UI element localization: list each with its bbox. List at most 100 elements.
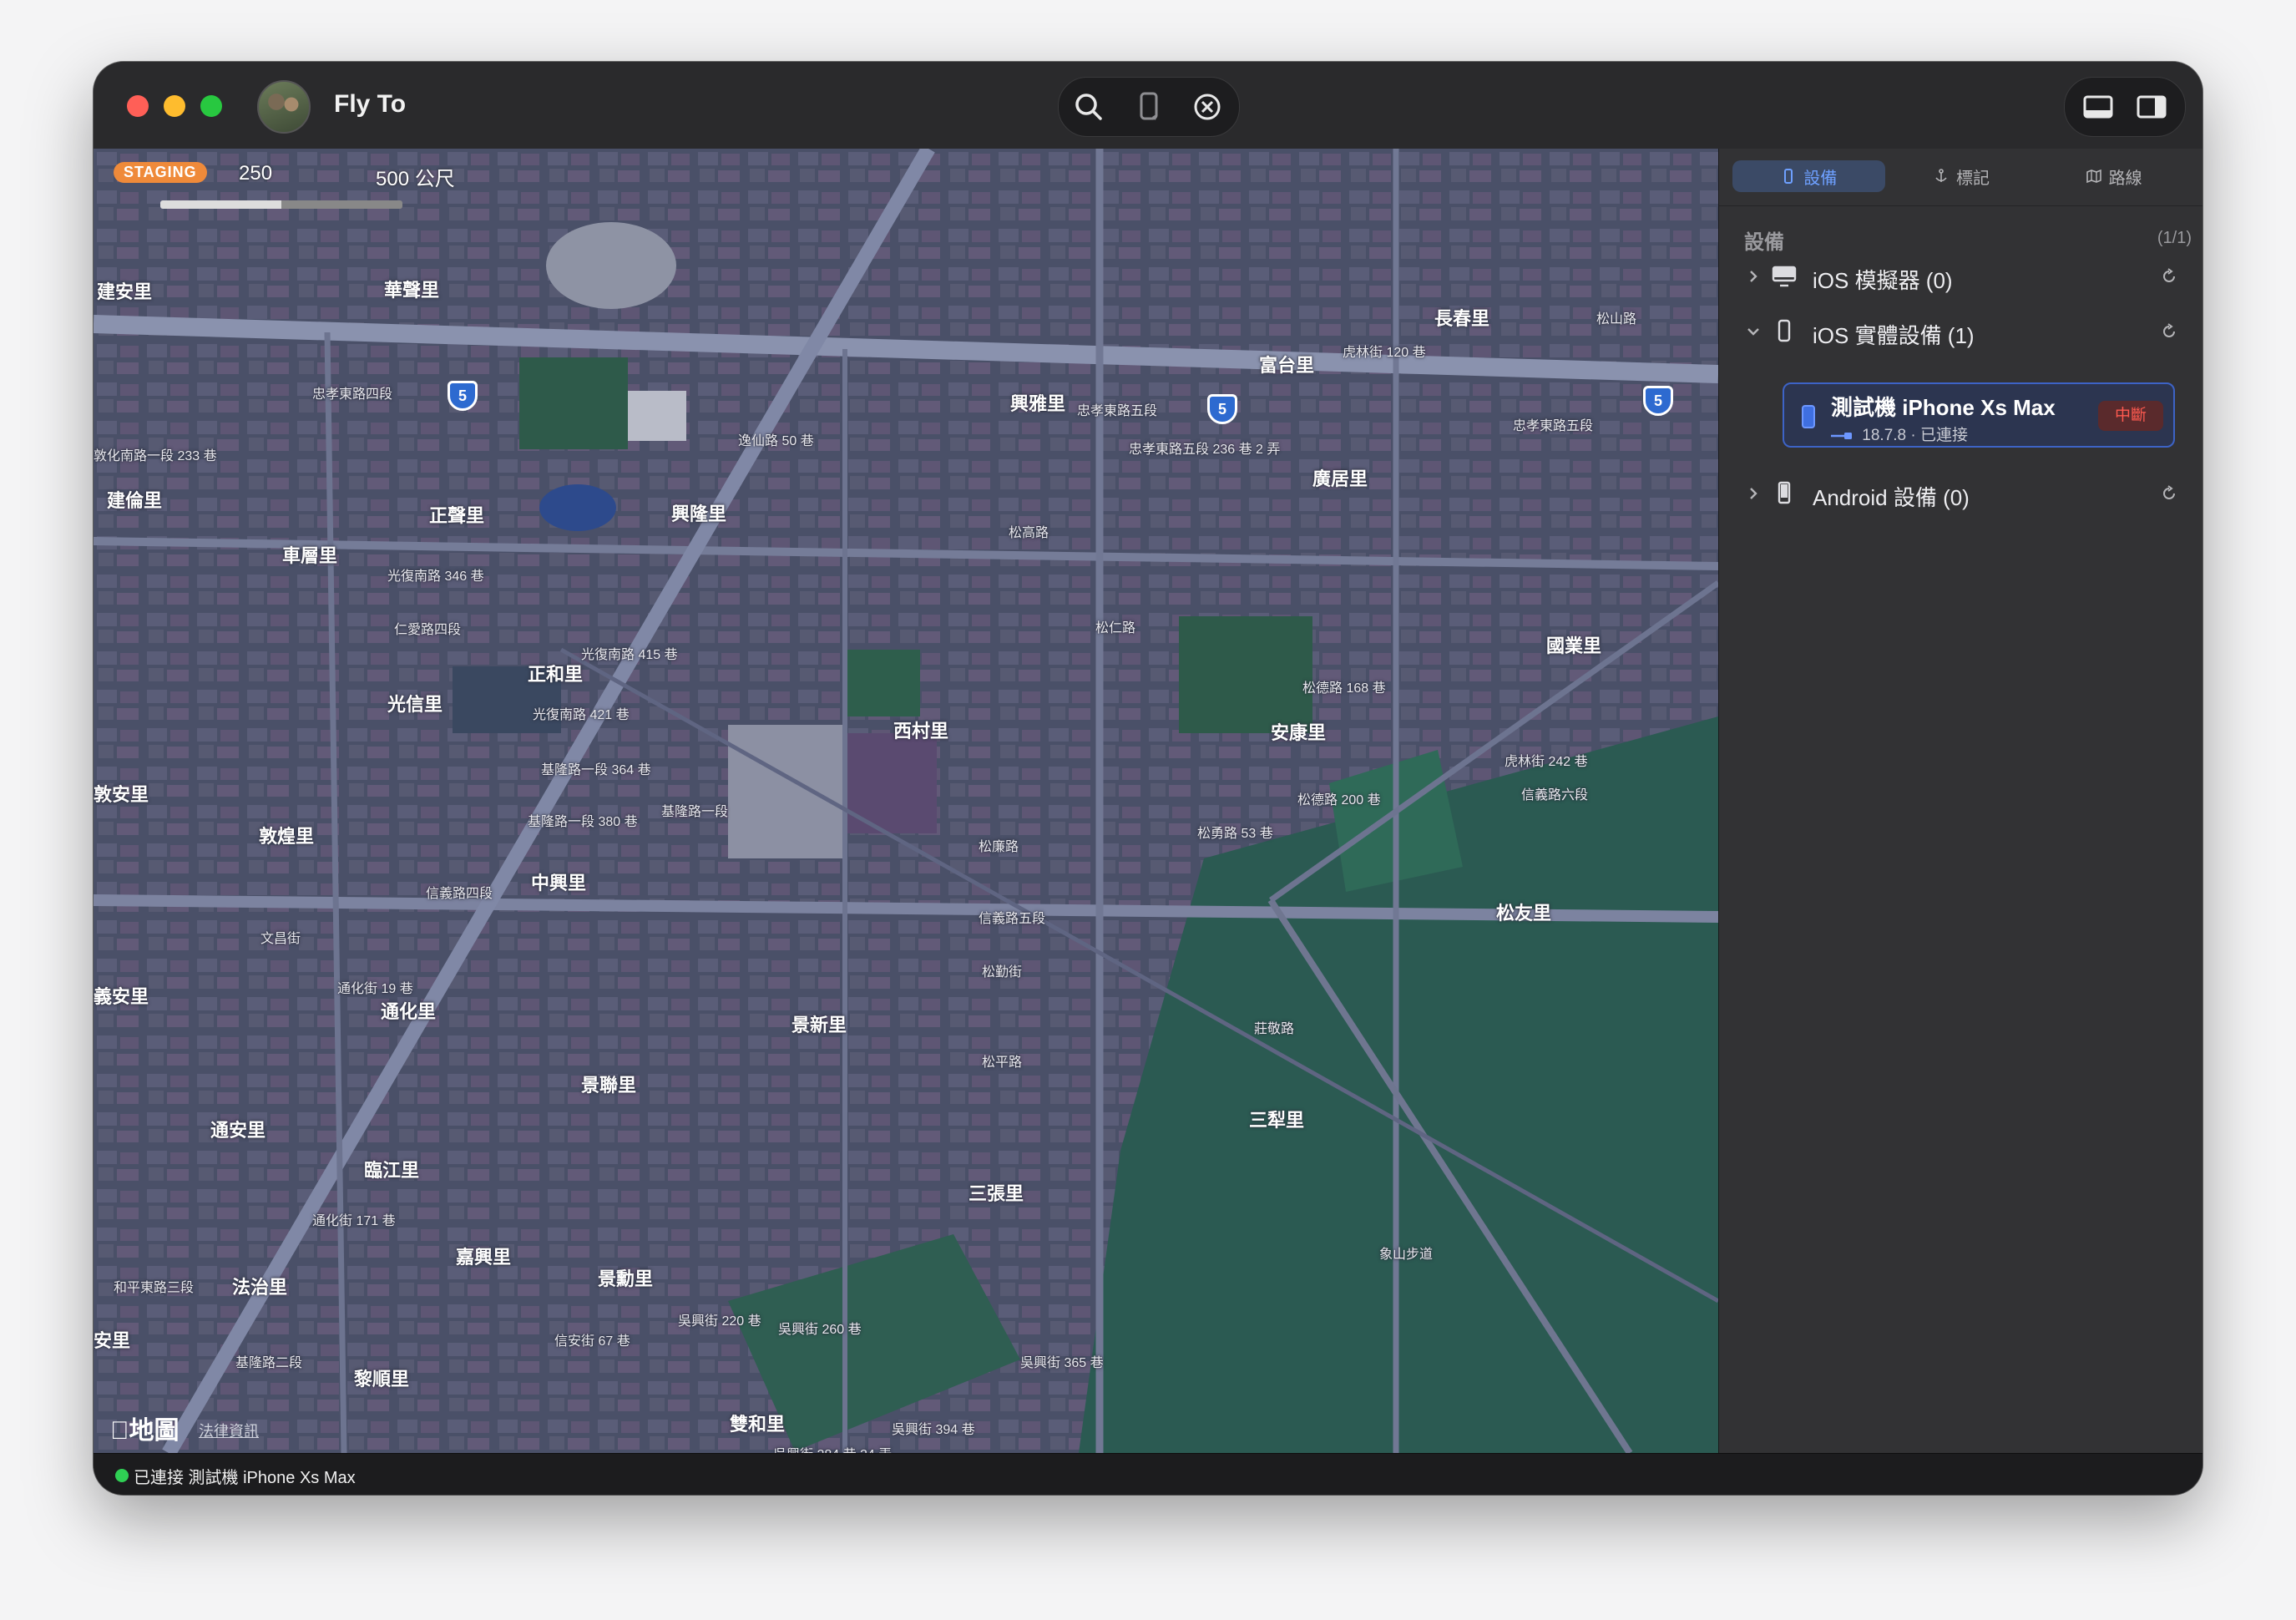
refresh-icon[interactable] [2160, 484, 2178, 503]
sidebar-tabs: 設備 標記 路線 [1732, 160, 2190, 192]
phone-icon [1784, 169, 1793, 184]
road-label: 忠孝東路五段 [1077, 404, 1158, 418]
group-label: iOS 實體設備 (1) [1813, 323, 1975, 348]
road-label: 基隆路一段 [661, 805, 729, 819]
map-label: 通化里 [381, 1001, 437, 1022]
road-label: 松廉路 [979, 840, 1019, 854]
highway-shield: 5 [1643, 386, 1673, 416]
road-label: 松德路 168 巷 [1302, 681, 1386, 696]
road-label: 吳興街 365 巷 [1020, 1356, 1104, 1370]
scale-bar [160, 200, 402, 209]
device-item-iphone-xs-max[interactable]: 測試機 iPhone Xs Max 18.7.8 · 已連接 中斷 [1783, 382, 2175, 448]
road-label: 基隆路一段 380 巷 [528, 815, 638, 829]
status-bar: 已連接 測試機 iPhone Xs Max [94, 1453, 2202, 1495]
section-count: (1/1) [2157, 229, 2192, 247]
group-label: Android 設備 (0) [1813, 485, 1970, 510]
chevron-right-icon[interactable] [1744, 267, 1762, 286]
tab-markers-label: 標記 [1956, 169, 1990, 188]
close-window-button[interactable] [127, 95, 149, 117]
refresh-icon[interactable] [2160, 322, 2178, 341]
apple-logo-icon:  [110, 1417, 129, 1445]
map-label: 富台里 [1259, 355, 1315, 376]
map-label: 廣居里 [1312, 468, 1368, 489]
minimize-window-button[interactable] [164, 95, 185, 117]
sidebar: 設備 標記 路線 設備 (1/1) iOS 模擬器 (0) iOS 實體設備 (… [1718, 149, 2202, 1453]
road-label: 通化街 171 巷 [312, 1214, 396, 1228]
tab-routes-label: 路線 [2108, 169, 2142, 188]
map-label: 安康里 [1271, 722, 1327, 743]
map-label: 景聯里 [581, 1075, 637, 1096]
road-label: 逸仙路 50 巷 [738, 434, 814, 448]
map-label: 國業里 [1546, 635, 1602, 656]
map-base [94, 149, 1718, 1453]
highway-shield: 5 [448, 381, 478, 411]
map-label: 中興里 [531, 873, 587, 894]
map-label: 敦煌里 [259, 826, 315, 847]
road-label: 光復南路 346 巷 [387, 570, 484, 584]
iphone-icon [1778, 319, 1791, 342]
road-label: 文昌街 [260, 932, 301, 946]
search-icon[interactable] [1070, 89, 1107, 125]
refresh-icon[interactable] [2160, 267, 2178, 286]
bottom-panel-icon[interactable] [2080, 89, 2116, 125]
close-circle-icon[interactable] [1189, 89, 1226, 125]
map-label: 景新里 [791, 1015, 847, 1035]
map-label: 義安里 [94, 986, 149, 1007]
road-label: 忠孝東路五段 [1513, 419, 1594, 433]
map-label: 通安里 [210, 1120, 266, 1141]
map-label: 三張里 [968, 1183, 1024, 1204]
chevron-down-icon[interactable] [1744, 322, 1762, 341]
road-label: 基隆路一段 364 巷 [541, 763, 651, 777]
tab-devices[interactable]: 設備 [1732, 160, 1885, 192]
road-label: 光復南路 415 巷 [581, 648, 678, 662]
iphone-icon [1802, 405, 1815, 428]
map-label: 景勳里 [598, 1268, 654, 1289]
map-label: 長春里 [1434, 308, 1490, 329]
road-label: 吳興街 394 巷 [892, 1423, 975, 1437]
map-label: 松友里 [1496, 903, 1552, 924]
title-bar: Fly To [94, 62, 2202, 149]
disconnect-button[interactable]: 中斷 [2098, 401, 2163, 431]
map-label: 西村里 [893, 721, 949, 742]
usb-cable-icon [1831, 432, 1852, 439]
device-status: 已連接 [1920, 427, 1969, 444]
road-label: 虎林街 242 巷 [1505, 755, 1588, 769]
phone-location-icon[interactable] [1130, 89, 1167, 125]
device-version: 18.7.8 [1862, 427, 1907, 444]
map-label: 嘉興里 [456, 1247, 512, 1268]
road-label: 象山步道 [1379, 1248, 1434, 1262]
map-view[interactable]: STAGING 250 500 公尺 5 5 5 建安里 華聲里 長春里 富台里… [94, 149, 1718, 1453]
road-label: 松平路 [982, 1056, 1023, 1070]
group-ios-simulator[interactable]: iOS 模擬器 (0) [1719, 256, 2202, 297]
road-label: 信義路六段 [1521, 788, 1589, 802]
highway-shield: 5 [1207, 394, 1237, 424]
tab-markers[interactable]: 標記 [1885, 160, 2038, 192]
legal-link[interactable]: 法律資訊 [199, 1420, 259, 1441]
map-label: 興雅里 [1010, 393, 1066, 414]
scale-label-250: 250 [239, 162, 273, 185]
tab-divider [1719, 205, 2202, 206]
road-label: 松德路 200 巷 [1297, 793, 1381, 807]
map-label: 敦安里 [94, 784, 149, 805]
road-label: 信義路五段 [979, 912, 1046, 926]
tab-routes[interactable]: 路線 [2037, 160, 2190, 192]
map-label: 臨江里 [364, 1160, 420, 1181]
device-name: 測試機 iPhone Xs Max [1831, 395, 2056, 420]
road-label: 松勇路 53 巷 [1197, 827, 1273, 841]
road-label: 光復南路 421 巷 [533, 708, 630, 722]
map-label: 車層里 [282, 545, 338, 566]
road-label: 松高路 [1009, 526, 1049, 540]
road-label: 信義路四段 [426, 887, 493, 901]
zoom-window-button[interactable] [200, 95, 222, 117]
map-label: 安里 [94, 1330, 131, 1351]
group-android[interactable]: Android 設備 (0) [1719, 473, 2202, 514]
group-ios-physical[interactable]: iOS 實體設備 (1) [1719, 311, 2202, 352]
road-label: 松山路 [1596, 312, 1637, 327]
road-label: 莊敬路 [1254, 1022, 1295, 1036]
scale-label-500: 500 公尺 [376, 168, 455, 190]
right-sidebar-icon[interactable] [2133, 89, 2170, 125]
chevron-right-icon[interactable] [1744, 484, 1762, 503]
road-label: 松勤街 [982, 965, 1023, 980]
app-title: Fly To [334, 90, 407, 118]
avatar[interactable] [257, 80, 311, 134]
